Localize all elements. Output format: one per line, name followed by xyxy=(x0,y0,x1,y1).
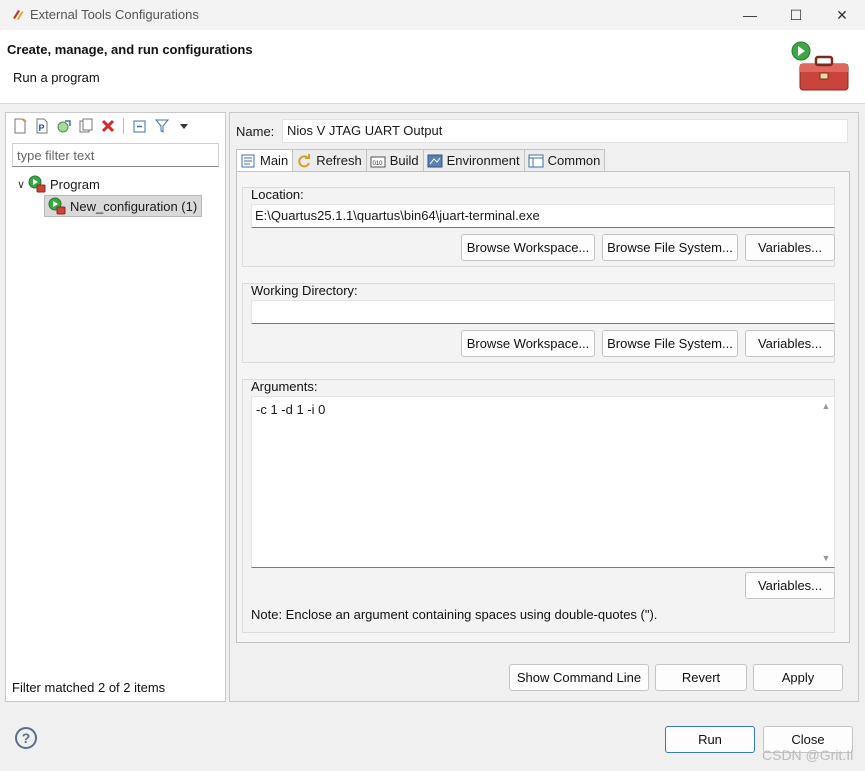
name-input[interactable]: Nios V JTAG UART Output xyxy=(282,119,848,143)
window-title: External Tools Configurations xyxy=(30,7,199,22)
prototype-icon: P xyxy=(36,118,47,134)
svg-text:P: P xyxy=(38,123,44,133)
title-bar: External Tools Configurations — ☐ ✕ xyxy=(0,0,865,30)
main-tab-icon xyxy=(241,154,255,167)
tree-item-label: Program xyxy=(50,176,100,192)
duplicate-icon xyxy=(79,118,92,133)
filter-button[interactable] xyxy=(152,117,171,136)
toolbar-separator xyxy=(123,118,124,134)
tab-build[interactable]: 010 Build xyxy=(366,149,424,172)
duplicate-configuration-button[interactable] xyxy=(76,117,95,136)
tree-item-label: New_configuration (1) xyxy=(70,198,198,214)
environment-icon xyxy=(427,154,443,167)
filter-status: Filter matched 2 of 2 items xyxy=(12,680,166,695)
tab-label: Main xyxy=(260,153,289,168)
main-tab-content: Location: E:\Quartus25.1.1\quartus\bin64… xyxy=(236,171,850,643)
location-browse-workspace-button[interactable]: Browse Workspace... xyxy=(461,234,595,261)
tab-main[interactable]: Main xyxy=(236,149,294,172)
scroll-up-icon[interactable]: ▲ xyxy=(821,401,831,411)
arguments-note: Note: Enclose an argument containing spa… xyxy=(251,607,658,622)
working-directory-field[interactable] xyxy=(251,300,835,324)
collapse-all-icon xyxy=(133,120,145,133)
dialog-header: Create, manage, and run configurations R… xyxy=(0,30,865,104)
apply-button[interactable]: Apply xyxy=(753,664,843,691)
workdir-variables-button[interactable]: Variables... xyxy=(745,330,835,357)
location-label: Location: xyxy=(251,187,304,202)
tab-refresh[interactable]: Refresh xyxy=(293,149,367,172)
revert-button[interactable]: Revert xyxy=(655,664,747,691)
build-icon: 010 xyxy=(370,156,386,167)
working-directory-group: Working Directory: Browse Workspace... B… xyxy=(242,283,835,363)
export-icon xyxy=(57,120,71,133)
collapse-all-button[interactable] xyxy=(130,117,149,136)
delete-configuration-button[interactable] xyxy=(98,117,117,136)
new-prototype-button[interactable]: P xyxy=(32,117,51,136)
minimize-button[interactable]: — xyxy=(727,0,773,30)
chevron-down-icon[interactable]: ∨ xyxy=(14,178,28,191)
new-file-icon xyxy=(14,118,27,134)
configurations-toolbar: P xyxy=(6,113,225,139)
arguments-label: Arguments: xyxy=(251,379,318,394)
svg-text:010: 010 xyxy=(372,161,383,167)
run-button[interactable]: Run xyxy=(665,726,755,753)
working-directory-label: Working Directory: xyxy=(251,283,358,298)
external-tools-icon xyxy=(13,10,24,20)
tab-bar: Main Refresh 010 Build Environment Commo… xyxy=(236,149,606,172)
tab-label: Build xyxy=(389,153,419,168)
common-icon xyxy=(528,154,544,167)
export-configuration-button[interactable] xyxy=(54,117,73,136)
configuration-editor: Name: Nios V JTAG UART Output Main Refre… xyxy=(229,112,859,702)
workdir-browse-workspace-button[interactable]: Browse Workspace... xyxy=(461,330,595,357)
help-icon[interactable]: ? xyxy=(15,727,37,749)
header-subtitle: Run a program xyxy=(13,70,100,85)
location-browse-filesystem-button[interactable]: Browse File System... xyxy=(602,234,738,261)
maximize-button[interactable]: ☐ xyxy=(773,0,819,30)
show-command-line-button[interactable]: Show Command Line xyxy=(509,664,649,691)
toolbox-run-icon xyxy=(791,41,849,91)
arguments-variables-button[interactable]: Variables... xyxy=(745,572,835,599)
program-config-icon xyxy=(48,197,66,215)
configurations-panel: P ∨ Program xyxy=(5,112,226,702)
chevron-down-icon xyxy=(179,124,188,129)
watermark: CSDN @Grit.Il xyxy=(762,747,854,763)
tab-common[interactable]: Common xyxy=(524,149,606,172)
new-configuration-button[interactable] xyxy=(10,117,29,136)
refresh-icon xyxy=(298,153,311,167)
name-label: Name: xyxy=(236,124,275,139)
tab-label: Common xyxy=(547,153,601,168)
location-field[interactable]: E:\Quartus25.1.1\quartus\bin64\juart-ter… xyxy=(251,204,835,228)
arguments-value: -c 1 -d 1 -i 0 xyxy=(256,402,326,417)
scroll-down-icon[interactable]: ▼ xyxy=(821,553,831,563)
location-group: Location: E:\Quartus25.1.1\quartus\bin64… xyxy=(242,187,835,267)
arguments-group: Arguments: -c 1 -d 1 -i 0 ▲ ▼ Variables.… xyxy=(242,379,835,633)
delete-icon xyxy=(101,119,114,133)
location-variables-button[interactable]: Variables... xyxy=(745,234,835,261)
tree-item-program[interactable]: ∨ Program xyxy=(14,174,100,194)
close-window-button[interactable]: ✕ xyxy=(819,0,865,30)
header-title: Create, manage, and run configurations xyxy=(7,42,253,57)
workdir-browse-filesystem-button[interactable]: Browse File System... xyxy=(602,330,738,357)
tab-label: Environment xyxy=(446,153,520,168)
filter-input[interactable] xyxy=(12,143,219,167)
tab-environment[interactable]: Environment xyxy=(423,149,525,172)
tree-item-new-configuration[interactable]: New_configuration (1) xyxy=(44,195,203,217)
arguments-textarea[interactable]: -c 1 -d 1 -i 0 ▲ ▼ xyxy=(251,396,835,568)
view-menu-button[interactable] xyxy=(174,117,193,136)
program-icon xyxy=(28,175,46,193)
filter-icon xyxy=(154,119,169,133)
tab-label: Refresh xyxy=(316,153,362,168)
